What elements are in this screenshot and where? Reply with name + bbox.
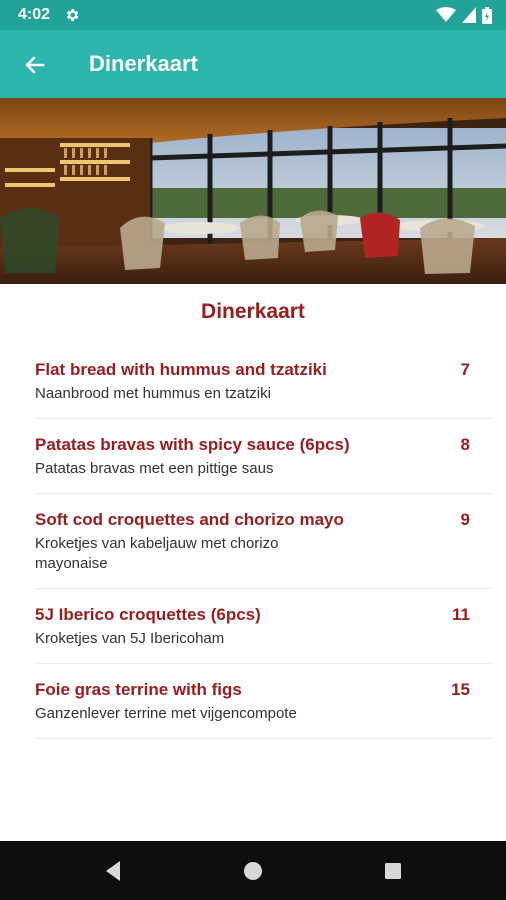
menu-item-name: Soft cod croquettes and chorizo mayo (35, 510, 344, 529)
menu-item-name: Foie gras terrine with figs (35, 680, 242, 699)
menu-item-name: Patatas bravas with spicy sauce (6pcs) (35, 435, 350, 454)
system-nav-bar (0, 841, 506, 900)
menu-item-description: Kroketjes van kabeljauw met chorizo mayo… (35, 535, 279, 572)
menu-content: Dinerkaart Flat bread with hummus and tz… (0, 284, 506, 841)
arrow-back-icon (25, 56, 45, 74)
menu-item-description: Naanbrood met hummus en tzatziki (35, 385, 271, 402)
menu-item[interactable]: 5J Iberico croquettes (6pcs) Kroketjes v… (35, 589, 492, 664)
menu-item[interactable]: Flat bread with hummus and tzatziki Naan… (35, 344, 492, 419)
settings-icon (66, 9, 79, 21)
menu-item-price: 8 (460, 435, 470, 454)
page-title: Dinerkaart (89, 51, 198, 76)
menu-item-description: Ganzenlever terrine met vijgencompote (35, 705, 297, 722)
wifi-icon (436, 7, 456, 22)
menu-item[interactable]: Foie gras terrine with figs Ganzenlever … (35, 664, 492, 739)
home-circle-icon[interactable] (240, 858, 266, 884)
menu-item[interactable]: Soft cod croquettes and chorizo mayo Kro… (35, 494, 492, 589)
menu-item-description: Kroketjes van 5J Ibericoham (35, 630, 225, 647)
battery-icon (482, 6, 492, 24)
back-button[interactable] (18, 48, 52, 82)
menu-item-name: 5J Iberico croquettes (6pcs) (35, 605, 261, 624)
restaurant-interior-image (0, 98, 506, 284)
app-bar: Dinerkaart (0, 30, 506, 98)
restaurant-hero-image (0, 98, 506, 284)
signal-icon (462, 7, 476, 23)
menu-list: Flat bread with hummus and tzatziki Naan… (0, 344, 506, 739)
menu-item-price: 9 (460, 510, 470, 529)
section-title: Dinerkaart (201, 300, 305, 323)
menu-item[interactable]: Patatas bravas with spicy sauce (6pcs) P… (35, 419, 492, 494)
menu-item-price: 15 (451, 680, 470, 699)
status-bar: 4:02 (0, 0, 506, 30)
menu-item-description: Patatas bravas met een pittige saus (35, 460, 274, 477)
back-triangle-icon[interactable] (100, 858, 126, 884)
status-time: 4:02 (18, 6, 51, 23)
menu-item-name: Flat bread with hummus and tzatziki (35, 360, 327, 379)
recents-square-icon[interactable] (380, 858, 406, 884)
menu-item-price: 11 (452, 605, 470, 624)
menu-item-price: 7 (460, 360, 470, 379)
status-icons (436, 6, 492, 24)
